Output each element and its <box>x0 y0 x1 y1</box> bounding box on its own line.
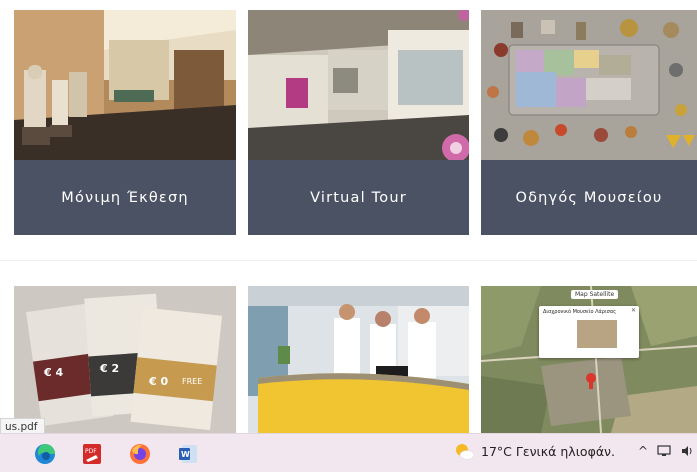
svg-text:PDF: PDF <box>85 448 97 455</box>
permanent-exhibition-photo <box>14 10 236 160</box>
sun-cloud-icon <box>456 444 475 460</box>
card-museum-guide[interactable]: Οδηγός Μουσείου <box>481 10 697 235</box>
card-reception[interactable] <box>248 286 469 433</box>
map-popup-photo <box>577 320 617 348</box>
map-popup-close-icon[interactable]: ✕ <box>631 307 636 314</box>
svg-text:W: W <box>181 450 190 459</box>
weather-text: 17°C Γενικά ηλιοφάν. <box>481 443 616 459</box>
reception-photo <box>248 286 469 433</box>
section-divider <box>0 260 697 261</box>
firefox-icon[interactable] <box>128 442 152 466</box>
ticket-price-2: € 2 <box>100 362 120 375</box>
edge-icon[interactable] <box>33 442 57 466</box>
ticket-free-label: FREE <box>182 377 203 386</box>
museum-guide-photo <box>481 10 697 160</box>
weather-widget[interactable]: 17°C Γενικά ηλιοφάν. <box>453 441 615 461</box>
ticket-price-3: € 0 <box>149 375 169 388</box>
card-virtual-tour[interactable]: Virtual Tour <box>248 10 469 235</box>
virtual-tour-photo <box>248 10 469 160</box>
word-icon[interactable]: W <box>176 442 200 466</box>
card-virtual-tour-label: Virtual Tour <box>248 160 469 235</box>
volume-icon[interactable] <box>680 444 694 458</box>
system-tray: ^ <box>638 444 694 458</box>
network-icon[interactable] <box>657 444 671 458</box>
taskbar: PDF W 17°C Γενικά ηλιοφάν. ^ <box>0 433 697 472</box>
ticket-price-1: € 4 <box>44 366 64 379</box>
card-location-map[interactable]: Map Satellite Διαχρονικό Μουσείο Λάρισας… <box>481 286 697 433</box>
map-popup-title: Διαχρονικό Μουσείο Λάρισας <box>543 309 617 315</box>
card-permanent-exhibition-label: Μόνιμη Έκθεση <box>14 160 236 235</box>
card-tickets[interactable]: € 4 € 2 € 0 FREE <box>14 286 236 433</box>
chevron-up-icon[interactable]: ^ <box>638 444 648 458</box>
card-museum-guide-label: Οδηγός Μουσείου <box>481 160 697 235</box>
map-type-toggle[interactable]: Map Satellite <box>571 290 619 299</box>
tickets-photo <box>14 286 236 433</box>
card-permanent-exhibition[interactable]: Μόνιμη Έκθεση <box>14 10 236 235</box>
pdf-reader-icon[interactable]: PDF <box>80 442 104 466</box>
map-info-popup[interactable]: Διαχρονικό Μουσείο Λάρισας ✕ <box>539 306 639 358</box>
